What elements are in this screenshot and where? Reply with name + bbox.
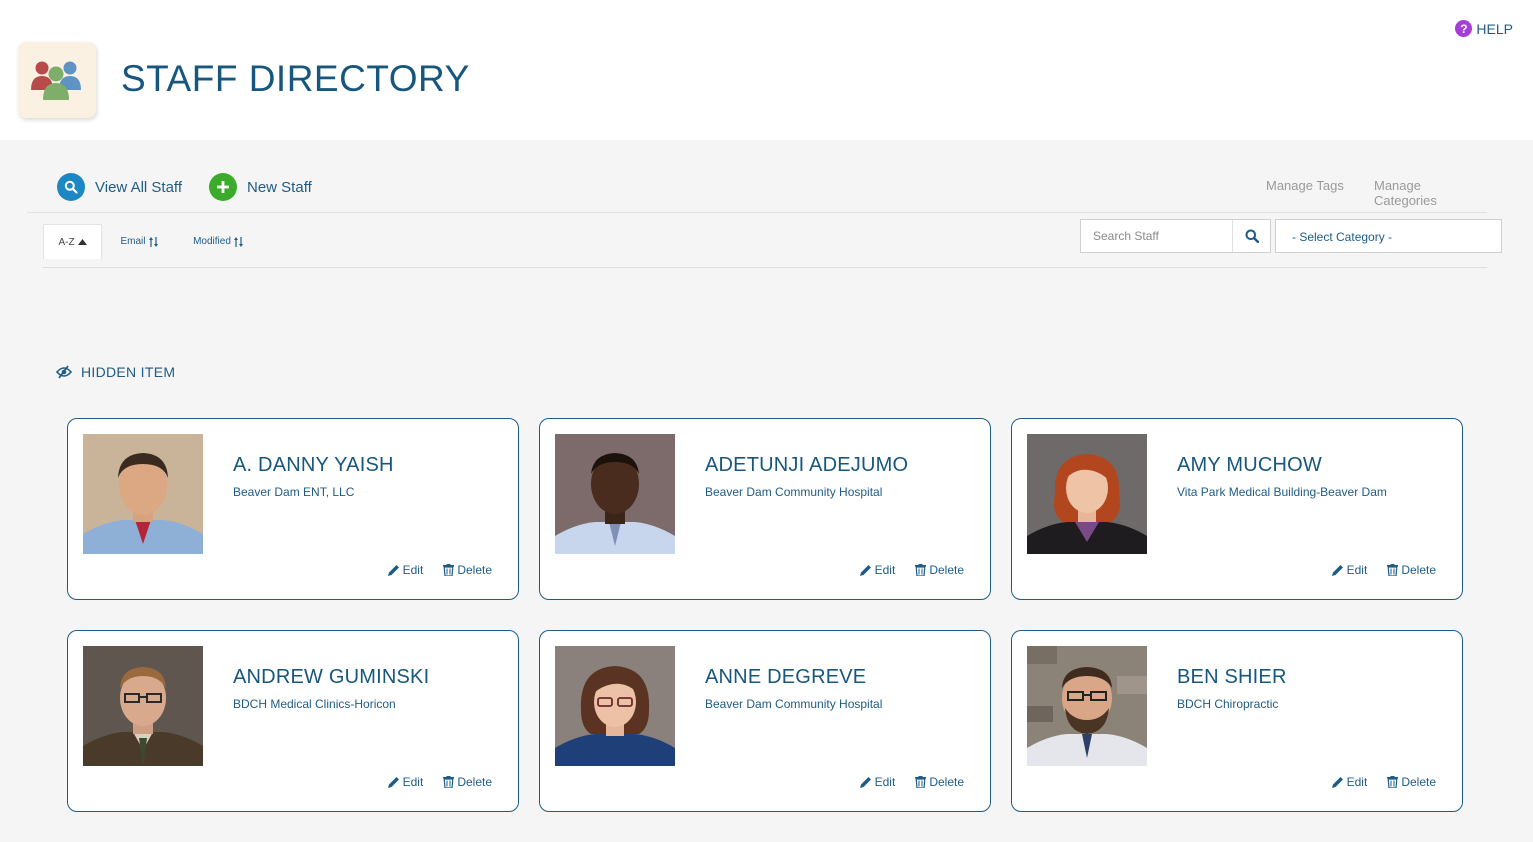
sort-az-tab[interactable]: A-Z [43, 224, 102, 259]
hidden-item-heading: HIDDEN ITEM [56, 364, 175, 380]
staff-card[interactable]: BEN SHIER BDCH Chiropractic Edit Delete [1011, 630, 1463, 812]
edit-button[interactable]: Edit [1331, 775, 1368, 789]
help-link[interactable]: ? HELP [1455, 20, 1513, 37]
edit-button[interactable]: Edit [859, 563, 896, 577]
search-icon [1245, 229, 1259, 243]
delete-button[interactable]: Delete [1387, 775, 1436, 789]
delete-button[interactable]: Delete [915, 775, 964, 789]
people-group-icon [18, 42, 96, 118]
delete-label: Delete [1401, 775, 1436, 789]
action-toolbar: View All Staff New Staff Manage Tags Man… [27, 160, 1487, 213]
staff-photo [1027, 646, 1147, 766]
pencil-icon [387, 565, 399, 576]
staff-name[interactable]: A. DANNY YAISH [233, 454, 394, 477]
sort-modified-tab[interactable]: Modified [183, 224, 253, 259]
staff-organization: Vita Park Medical Building-Beaver Dam [1177, 485, 1387, 499]
delete-button[interactable]: Delete [915, 563, 964, 577]
trash-icon [443, 776, 455, 788]
category-select[interactable]: - Select Category - [1275, 219, 1502, 253]
new-staff-button[interactable]: New Staff [209, 173, 312, 201]
staff-photo [83, 434, 203, 554]
staff-name[interactable]: AMY MUCHOW [1177, 454, 1322, 477]
pencil-icon [1331, 777, 1343, 788]
staff-name[interactable]: ANDREW GUMINSKI [233, 666, 429, 689]
edit-button[interactable]: Edit [1331, 563, 1368, 577]
sort-az-label: A-Z [58, 236, 75, 248]
search-icon [57, 173, 85, 201]
staff-organization: BDCH Chiropractic [1177, 697, 1279, 711]
staff-name[interactable]: ANNE DEGREVE [705, 666, 866, 689]
delete-label: Delete [929, 775, 964, 789]
trash-icon [915, 776, 927, 788]
staff-card[interactable]: ADETUNJI ADEJUMO Beaver Dam Community Ho… [539, 418, 991, 600]
plus-icon [209, 173, 237, 201]
staff-card[interactable]: AMY MUCHOW Vita Park Medical Building-Be… [1011, 418, 1463, 600]
delete-label: Delete [929, 563, 964, 577]
pencil-icon [1331, 565, 1343, 576]
card-actions: Edit Delete [368, 563, 492, 577]
pencil-icon [859, 777, 871, 788]
staff-photo [555, 646, 675, 766]
staff-organization: Beaver Dam Community Hospital [705, 697, 883, 711]
staff-name[interactable]: BEN SHIER [1177, 666, 1287, 689]
page-title: STAFF DIRECTORY [121, 58, 470, 99]
sort-arrows-icon [148, 236, 158, 247]
sort-bar: A-Z Email Modified - Select Category - [43, 219, 1502, 268]
edit-label: Edit [874, 563, 896, 577]
search-staff-box [1080, 219, 1271, 253]
edit-label: Edit [874, 775, 896, 789]
staff-organization: Beaver Dam ENT, LLC [233, 485, 355, 499]
edit-label: Edit [402, 563, 424, 577]
edit-label: Edit [402, 775, 424, 789]
delete-label: Delete [1401, 563, 1436, 577]
staff-card[interactable]: ANDREW GUMINSKI BDCH Medical Clinics-Hor… [67, 630, 519, 812]
edit-label: Edit [1346, 563, 1368, 577]
staff-name[interactable]: ADETUNJI ADEJUMO [705, 454, 908, 477]
hidden-item-label: HIDDEN ITEM [81, 364, 176, 380]
page-header: STAFF DIRECTORY ? HELP [0, 0, 1533, 140]
sort-modified-label: Modified [193, 236, 231, 247]
delete-button[interactable]: Delete [1387, 563, 1436, 577]
staff-card[interactable]: ANNE DEGREVE Beaver Dam Community Hospit… [539, 630, 991, 812]
staff-photo [555, 434, 675, 554]
pencil-icon [387, 777, 399, 788]
trash-icon [443, 564, 455, 576]
pencil-icon [859, 565, 871, 576]
card-actions: Edit Delete [1312, 775, 1436, 789]
question-circle-icon: ? [1455, 20, 1473, 37]
sort-email-tab[interactable]: Email [107, 224, 171, 259]
delete-label: Delete [457, 563, 492, 577]
trash-icon [1387, 564, 1399, 576]
trash-icon [1387, 776, 1399, 788]
staff-photo [1027, 434, 1147, 554]
view-all-staff-label: View All Staff [95, 178, 182, 196]
manage-tags-link[interactable]: Manage Tags [1266, 178, 1344, 193]
new-staff-label: New Staff [247, 178, 312, 196]
staff-organization: Beaver Dam Community Hospital [705, 485, 883, 499]
delete-button[interactable]: Delete [443, 563, 492, 577]
sort-email-label: Email [120, 236, 146, 247]
staff-photo [83, 646, 203, 766]
caret-up-icon [77, 239, 87, 245]
delete-label: Delete [457, 775, 492, 789]
delete-button[interactable]: Delete [443, 775, 492, 789]
edit-button[interactable]: Edit [387, 563, 424, 577]
card-actions: Edit Delete [1312, 563, 1436, 577]
view-all-staff-button[interactable]: View All Staff [57, 173, 182, 201]
card-actions: Edit Delete [368, 775, 492, 789]
staff-organization: BDCH Medical Clinics-Horicon [233, 697, 396, 711]
trash-icon [915, 564, 927, 576]
eye-slash-icon [56, 365, 72, 379]
card-actions: Edit Delete [840, 775, 964, 789]
staff-card[interactable]: A. DANNY YAISH Beaver Dam ENT, LLC Edit … [67, 418, 519, 600]
sort-arrows-icon [233, 236, 243, 247]
help-label: HELP [1476, 20, 1513, 37]
card-actions: Edit Delete [840, 563, 964, 577]
edit-button[interactable]: Edit [387, 775, 424, 789]
manage-categories-link[interactable]: Manage Categories [1374, 178, 1487, 208]
search-staff-input[interactable] [1081, 220, 1231, 252]
search-button[interactable] [1232, 220, 1270, 252]
edit-button[interactable]: Edit [859, 775, 896, 789]
edit-label: Edit [1346, 775, 1368, 789]
